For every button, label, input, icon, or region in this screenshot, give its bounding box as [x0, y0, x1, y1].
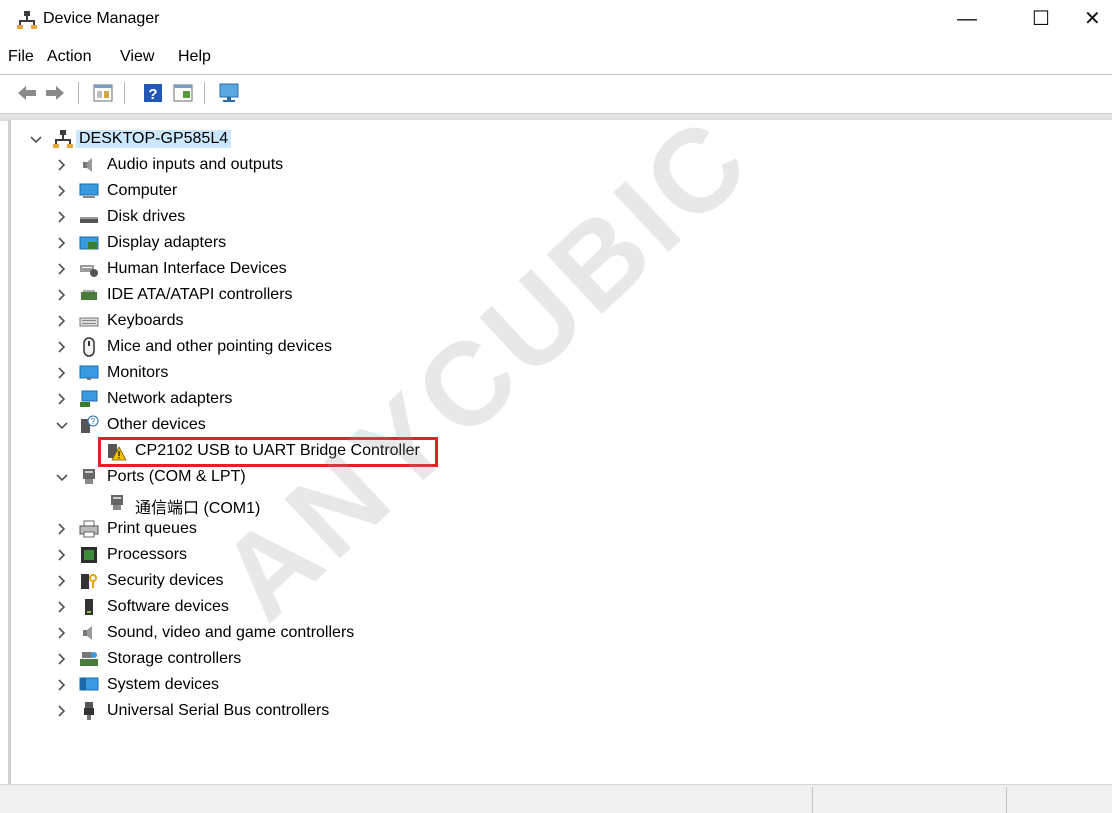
chevron-right-icon[interactable]	[55, 363, 69, 383]
menu-action[interactable]: Action	[47, 48, 91, 66]
chevron-right-icon[interactable]	[55, 571, 69, 591]
toolbar-separator	[78, 82, 79, 104]
chevron-right-icon[interactable]	[55, 311, 69, 331]
scan-hardware-icon[interactable]	[218, 82, 240, 104]
tree-item-label: IDE ATA/ATAPI controllers	[107, 286, 293, 303]
tree-item-label: Ports (COM & LPT)	[107, 468, 246, 485]
tree-item-label: Other devices	[107, 416, 206, 433]
chevron-right-icon[interactable]	[55, 259, 69, 279]
tree-item-label: 通信端口 (COM1)	[135, 500, 261, 517]
tree-item-label: Audio inputs and outputs	[107, 156, 284, 173]
tree-item-label: Disk drives	[107, 208, 186, 225]
chevron-right-icon[interactable]	[55, 545, 69, 565]
chevron-right-icon[interactable]	[55, 389, 69, 409]
monitor-icon	[79, 365, 99, 380]
menu-help[interactable]: Help	[178, 48, 211, 66]
status-bar	[0, 784, 1112, 813]
chevron-right-icon[interactable]	[55, 337, 69, 357]
status-divider	[812, 787, 813, 813]
chevron-right-icon[interactable]	[55, 623, 69, 643]
menu-view[interactable]: View	[120, 48, 154, 66]
system-device-icon	[79, 677, 99, 691]
toolbar-separator	[204, 82, 205, 104]
menu-file[interactable]: File	[8, 48, 34, 66]
tree-item-label: Human Interface Devices	[107, 260, 287, 277]
chevron-right-icon[interactable]	[55, 675, 69, 695]
tree-item-label: Security devices	[107, 572, 224, 589]
storage-controller-icon	[80, 652, 98, 666]
speaker-icon	[83, 158, 92, 172]
svg-text:?: ?	[148, 86, 157, 103]
menu-divider	[0, 74, 1112, 75]
forward-icon[interactable]	[44, 82, 66, 104]
processor-icon	[81, 547, 97, 563]
ide-controller-icon	[81, 290, 97, 300]
software-device-icon	[85, 599, 93, 615]
mouse-icon	[83, 337, 95, 357]
tree-root-label: DESKTOP-GP585L4	[76, 130, 232, 148]
minimize-button[interactable]: —	[944, 0, 990, 40]
security-device-icon	[81, 574, 97, 589]
window-title: Device Manager	[43, 10, 160, 27]
tree-item-label: Computer	[107, 182, 178, 199]
tree-item-label: Monitors	[107, 364, 169, 381]
chevron-right-icon[interactable]	[55, 701, 69, 721]
chevron-right-icon[interactable]	[55, 155, 69, 175]
tree-item-label: System devices	[107, 676, 220, 693]
tree-item-label: Print queues	[107, 520, 197, 537]
help-icon[interactable]: ?	[142, 82, 164, 104]
tree-item-label: Universal Serial Bus controllers	[107, 702, 330, 719]
chevron-down-icon[interactable]	[29, 129, 43, 149]
chevron-right-icon[interactable]	[55, 597, 69, 617]
chevron-right-icon[interactable]	[55, 285, 69, 305]
update-driver-icon[interactable]	[172, 82, 194, 104]
tree-item-label: Keyboards	[107, 312, 184, 329]
tree-item-label: Storage controllers	[107, 650, 242, 667]
tree-item-label: Software devices	[107, 598, 229, 615]
network-adapter-icon	[80, 390, 98, 407]
tree-item-label: Mice and other pointing devices	[107, 338, 333, 355]
usb-icon	[84, 702, 94, 720]
status-divider	[1006, 787, 1007, 813]
chevron-right-icon[interactable]	[55, 181, 69, 201]
chevron-right-icon[interactable]	[55, 649, 69, 669]
chevron-right-icon[interactable]	[55, 207, 69, 227]
chevron-down-icon[interactable]	[55, 467, 69, 487]
tree-item-label: Network adapters	[107, 390, 233, 407]
svg-text:?: ?	[91, 417, 96, 426]
display-adapter-icon	[79, 236, 99, 250]
tree-item-label: Display adapters	[107, 234, 227, 251]
hid-icon	[80, 265, 98, 277]
maximize-button[interactable]: ☐	[1018, 0, 1064, 40]
device-manager-icon	[17, 11, 37, 29]
sound-controller-icon	[83, 626, 92, 640]
chevron-right-icon[interactable]	[55, 519, 69, 539]
close-button[interactable]: ✕	[1084, 0, 1112, 40]
toolbar-separator	[124, 82, 125, 104]
disk-drive-icon	[80, 217, 98, 223]
computer-network-icon	[53, 130, 73, 148]
tree-item-label: Processors	[107, 546, 188, 563]
unknown-device-icon: ?	[81, 415, 99, 433]
port-icon	[111, 495, 123, 510]
port-icon	[83, 469, 95, 484]
title-bar: Device Manager — ☐ ✕	[0, 0, 1112, 40]
menu-bar: File Action View Help	[0, 44, 1112, 70]
toolbar: ?	[0, 78, 1112, 110]
chevron-right-icon[interactable]	[55, 233, 69, 253]
printer-icon	[79, 520, 99, 538]
chevron-down-icon[interactable]	[55, 415, 69, 435]
highlight-box	[98, 437, 438, 467]
back-icon[interactable]	[16, 82, 38, 104]
keyboard-icon	[79, 317, 99, 327]
tree-item-label: Sound, video and game controllers	[107, 624, 355, 641]
computer-icon	[79, 183, 99, 198]
properties-icon[interactable]	[92, 82, 114, 104]
